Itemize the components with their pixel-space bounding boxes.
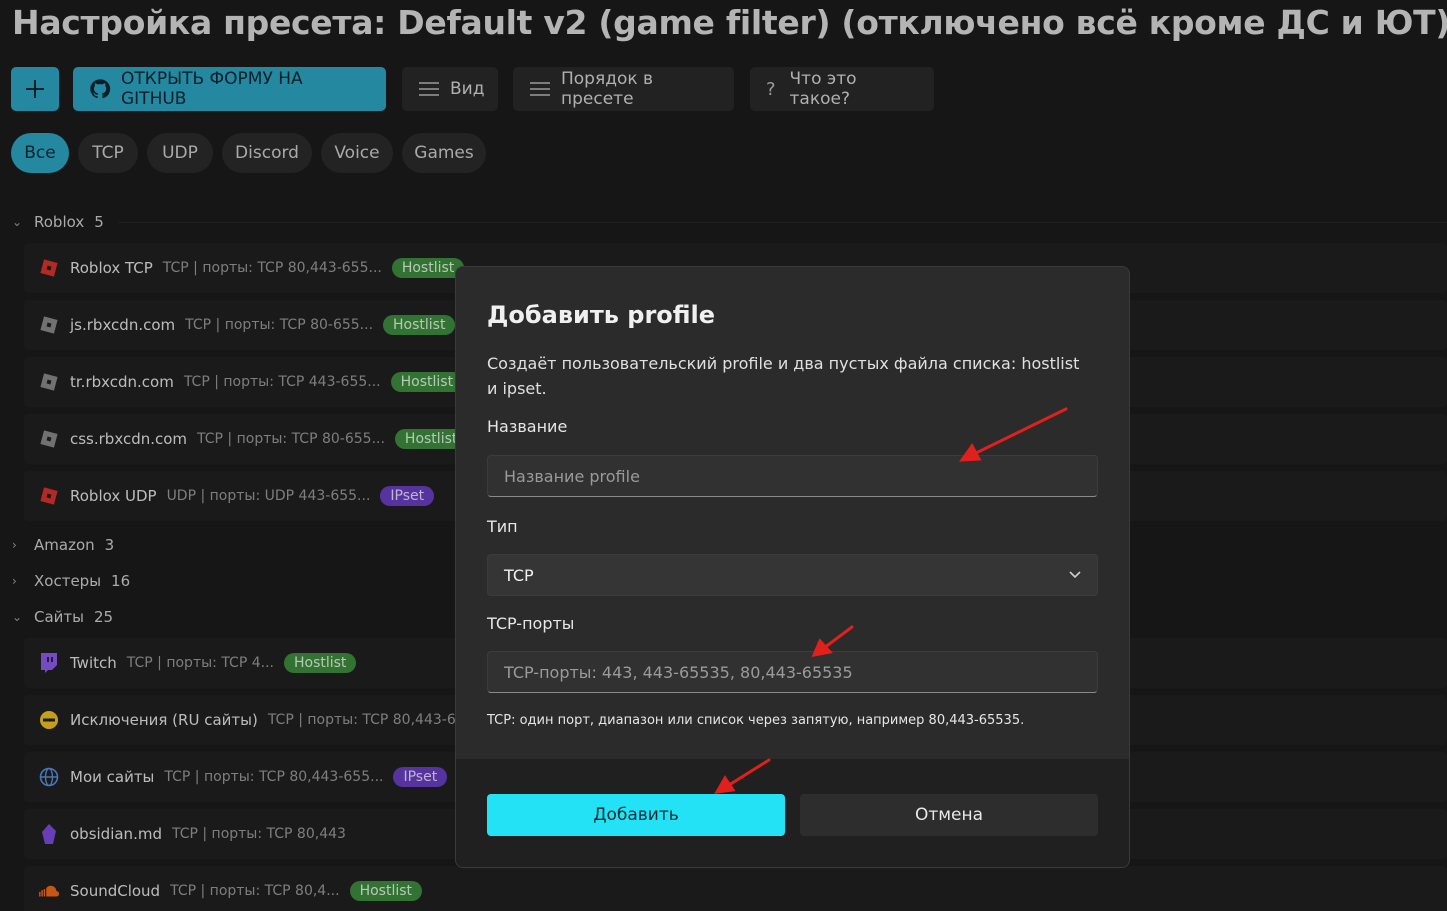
roblox-gray-icon: [38, 428, 60, 450]
group-name: Сайты: [34, 608, 84, 626]
hostlist-badge: Hostlist: [283, 653, 357, 673]
profile-name: Исключения (RU сайты): [70, 711, 258, 729]
group-name: Roblox: [34, 213, 85, 231]
profile-name: obsidian.md: [70, 825, 162, 843]
profile-name: Roblox TCP: [70, 259, 153, 277]
profile-name: Twitch: [70, 654, 117, 672]
hostlist-badge: Hostlist: [383, 315, 456, 335]
group-count: 25: [94, 608, 114, 626]
profile-meta: TCP | порты: TCP 80,4...: [170, 883, 340, 899]
filter-udp[interactable]: UDP: [147, 133, 213, 173]
roblox-icon: [38, 257, 60, 279]
github-icon: [90, 79, 111, 99]
ports-label: TCP-порты: [487, 614, 575, 633]
group-hosters[interactable]: › Хостеры 16: [12, 566, 130, 596]
roblox-gray-icon: [38, 371, 60, 393]
profile-name: js.rbxcdn.com: [70, 316, 176, 334]
group-name: Хостеры: [34, 572, 102, 590]
view-label: Вид: [450, 79, 485, 99]
page-title: Настройка пресета: Default v2 (game filt…: [12, 3, 1447, 42]
profile-name: css.rbxcdn.com: [70, 430, 188, 448]
profile-meta: TCP | порты: TCP 80,443-655...: [164, 769, 384, 785]
profile-meta: TCP | порты: TCP 443-655...: [183, 374, 381, 390]
type-select[interactable]: TCP: [487, 554, 1098, 596]
profile-name: SoundCloud: [70, 882, 161, 900]
hostlist-badge: Hostlist: [391, 258, 465, 278]
filter-voice[interactable]: Voice: [321, 133, 393, 173]
filter-games[interactable]: Games: [402, 133, 486, 173]
group-name: Amazon: [34, 536, 95, 554]
profile-meta: UDP | порты: UDP 443-655...: [166, 488, 371, 504]
chevron-right-icon: ›: [12, 538, 17, 552]
group-count: 5: [94, 213, 104, 231]
chevron-down-icon: ⌄: [12, 215, 23, 229]
filter-all[interactable]: Все: [11, 133, 69, 173]
dialog-description: Создаёт пользовательский profile и два п…: [487, 354, 1080, 398]
type-select-value: TCP: [504, 565, 534, 585]
filter-tcp[interactable]: TCP: [78, 133, 138, 173]
ports-hint: TCP: один порт, диапазон или список чере…: [487, 713, 1025, 728]
chevron-down-icon: ⌄: [12, 610, 23, 624]
group-sites[interactable]: ⌄ Сайты 25: [12, 602, 113, 632]
preset-order-button[interactable]: Порядок в пресете: [513, 67, 734, 111]
roblox-icon: [38, 485, 60, 507]
group-count: 3: [104, 536, 115, 554]
add-button[interactable]: [11, 67, 59, 111]
filter-chips: Все TCP UDP Discord Voice Games: [11, 133, 711, 173]
profile-meta: TCP | порты: TCP 80-655...: [185, 317, 374, 333]
filter-discord[interactable]: Discord: [222, 133, 312, 173]
help-label: Что это такое?: [789, 69, 857, 109]
add-button[interactable]: Добавить: [487, 794, 785, 836]
profile-name: tr.rbxcdn.com: [70, 373, 174, 391]
profile-meta: TCP | порты: TCP 80,443-655...: [162, 260, 382, 276]
soundcloud-icon: [38, 880, 60, 902]
preset-order-label: Порядок в пресете: [561, 69, 654, 109]
profile-name-input[interactable]: [487, 455, 1098, 497]
group-roblox[interactable]: ⌄ Roblox 5: [12, 207, 104, 237]
menu-icon: [419, 82, 439, 96]
help-button[interactable]: ? Что это такое?: [750, 67, 934, 111]
globe-icon: [38, 766, 60, 788]
chevron-down-icon: [1069, 571, 1081, 579]
ipset-badge: IPset: [393, 767, 448, 787]
profile-meta: TCP | порты: TCP 4...: [126, 655, 274, 671]
cancel-button[interactable]: Отмена: [800, 794, 1098, 836]
open-github-form-label: ОТКРЫТЬ ФОРМУ НА GITHUB: [121, 69, 303, 109]
list-icon: [530, 82, 550, 96]
twitch-icon: [38, 652, 60, 674]
hostlist-badge: Hostlist: [349, 881, 423, 901]
toolbar: ОТКРЫТЬ ФОРМУ НА GITHUB Вид Порядок в пр…: [11, 67, 1431, 113]
no-entry-icon: [38, 709, 60, 731]
ipset-badge: IPset: [380, 486, 435, 506]
roblox-gray-icon: [38, 314, 60, 336]
add-profile-dialog: Добавить profile Создаёт пользовательски…: [455, 266, 1130, 868]
profile-meta: TCP | порты: TCP 80,443-655: [267, 712, 474, 728]
profile-name: Roblox UDP: [70, 487, 157, 505]
chevron-right-icon: ›: [12, 574, 17, 588]
hostlist-badge: Hostlist: [390, 372, 464, 392]
profile-meta: TCP | порты: TCP 80-655...: [197, 431, 385, 447]
type-label: Тип: [487, 517, 518, 536]
list-item[interactable]: SoundCloud TCP | порты: TCP 80,4... Host…: [24, 866, 1447, 911]
profile-name: Мои сайты: [70, 768, 155, 786]
group-count: 16: [111, 572, 131, 590]
view-button[interactable]: Вид: [402, 67, 498, 111]
name-label: Название: [487, 417, 568, 436]
plus-icon: [26, 80, 44, 98]
dialog-title: Добавить profile: [487, 301, 716, 329]
profile-meta: TCP | порты: TCP 80,443: [171, 826, 346, 842]
tcp-ports-input[interactable]: [487, 651, 1098, 693]
group-amazon[interactable]: › Amazon 3: [12, 530, 114, 560]
obsidian-icon: [38, 823, 60, 845]
question-icon: ?: [766, 78, 776, 100]
open-github-form-button[interactable]: ОТКРЫТЬ ФОРМУ НА GITHUB: [73, 67, 386, 111]
